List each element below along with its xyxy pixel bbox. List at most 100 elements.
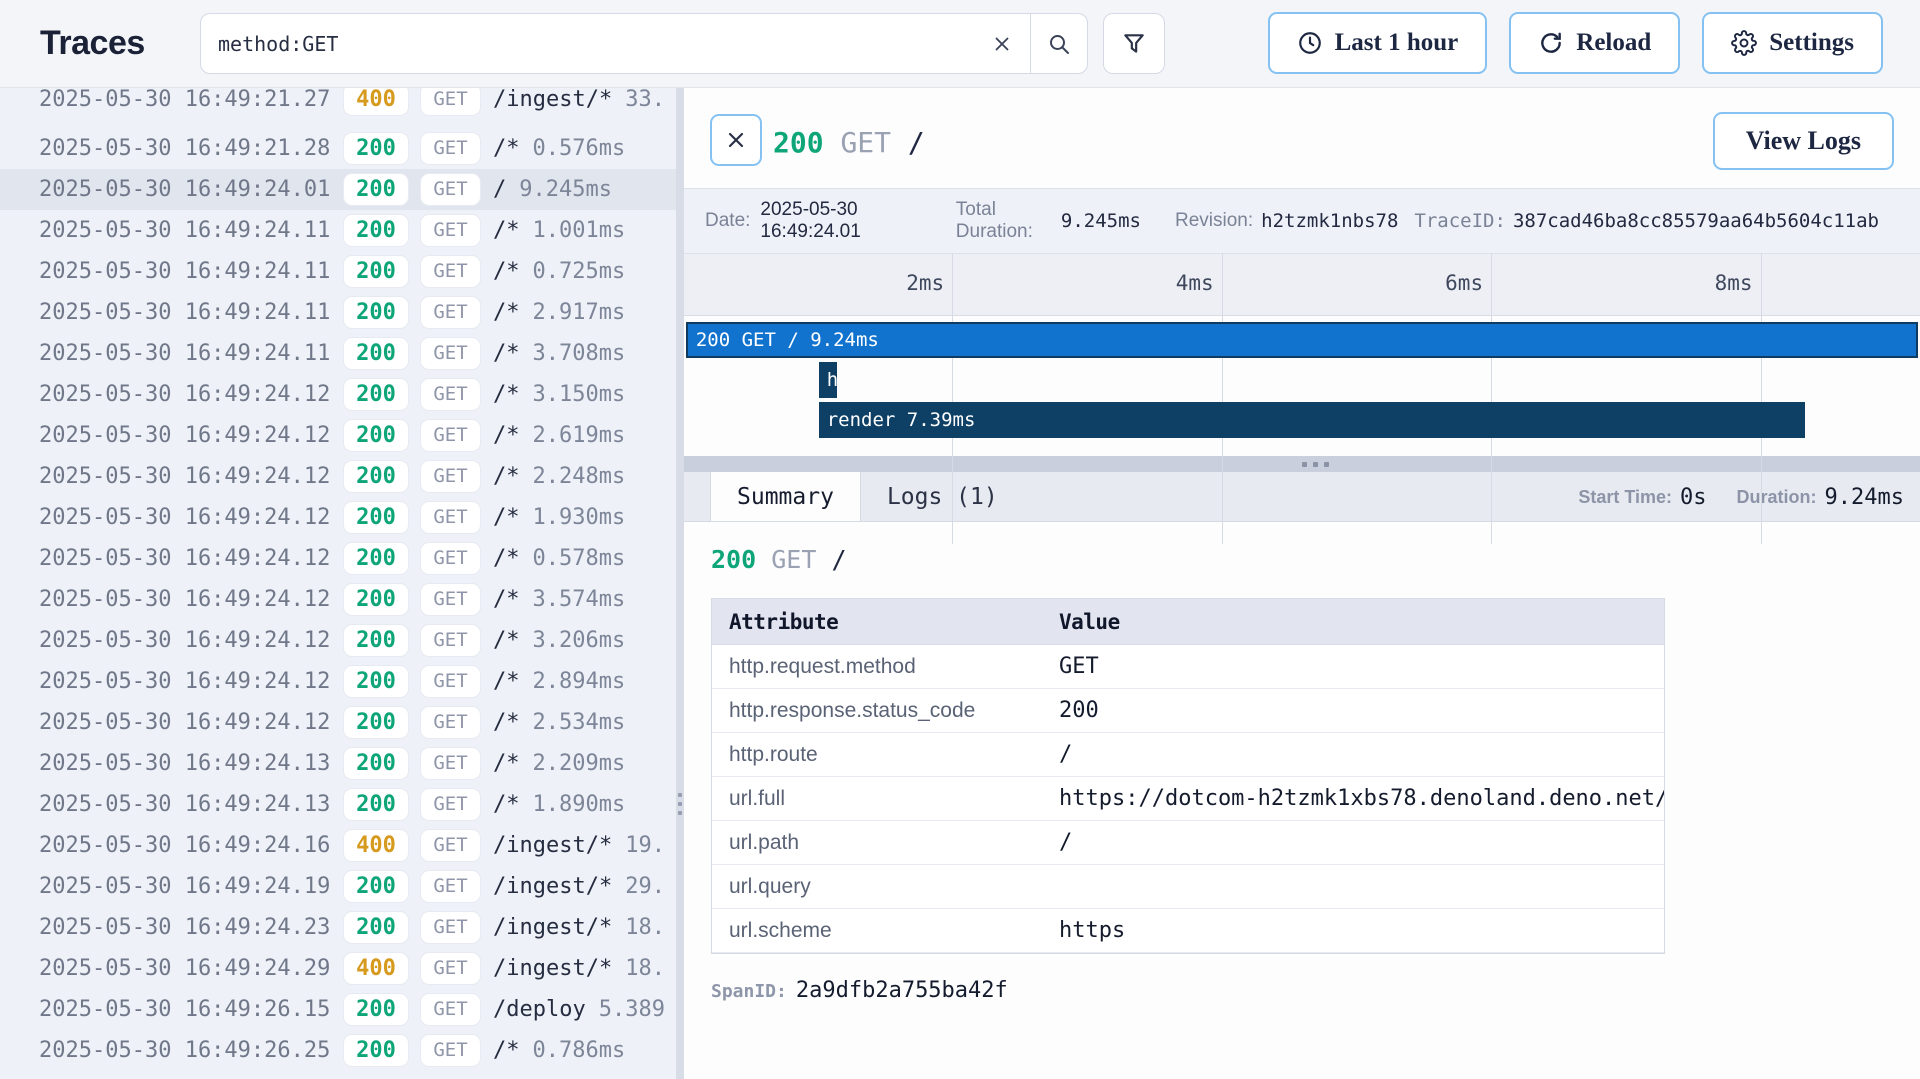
time-range-button[interactable]: Last 1 hour — [1268, 12, 1488, 74]
trace-row[interactable]: 2025-05-30 16:49:24.12 200 GET /* 3.206m… — [0, 620, 676, 661]
filter-button[interactable] — [1103, 13, 1165, 74]
trace-row[interactable]: 2025-05-30 16:49:24.11 200 GET /* 2.917m… — [0, 292, 676, 333]
trace-row[interactable]: 2025-05-30 16:49:24.23 200 GET /ingest/*… — [0, 907, 676, 948]
trace-row[interactable]: 2025-05-30 16:49:24.01 200 GET / 9.245ms — [0, 169, 676, 210]
trace-timestamp: 2025-05-30 16:49:24.12 — [39, 669, 334, 694]
span-bar[interactable]: render 7.39ms — [819, 402, 1805, 438]
attribute-name: http.route — [712, 743, 1042, 767]
trace-path: /* — [493, 628, 520, 653]
trace-duration: 2.248ms — [533, 464, 626, 489]
method-badge: GET — [421, 789, 480, 820]
trace-timestamp: 2025-05-30 16:49:24.12 — [39, 628, 334, 653]
trace-duration: 0.786ms — [533, 1038, 626, 1063]
method-badge: GET — [421, 379, 480, 410]
trace-timestamp: 2025-05-30 16:49:24.01 — [39, 177, 334, 202]
trace-duration: 2.619ms — [533, 423, 626, 448]
trace-timestamp: 2025-05-30 16:49:26.15 — [39, 997, 334, 1022]
attribute-value: https://dotcom-h2tzmk1xbs78.denoland.den… — [1042, 786, 1664, 811]
trace-timestamp: 2025-05-30 16:49:24.19 — [39, 874, 334, 899]
trace-row[interactable]: 2025-05-30 16:49:24.11 200 GET /* 0.725m… — [0, 251, 676, 292]
close-detail-button[interactable] — [710, 114, 762, 166]
method-badge: GET — [421, 502, 480, 533]
trace-row[interactable]: 2025-05-30 16:49:24.12 200 GET /* 3.574m… — [0, 579, 676, 620]
trace-row[interactable]: 2025-05-30 16:49:24.29 400 GET /ingest/*… — [0, 948, 676, 989]
trace-path: /* — [493, 259, 520, 284]
status-badge: 200 — [344, 707, 408, 738]
status-badge: 400 — [344, 88, 408, 115]
trace-timestamp: 2025-05-30 16:49:26.25 — [39, 1038, 334, 1063]
trace-row[interactable]: 2025-05-30 16:49:24.16 400 GET /ingest/*… — [0, 825, 676, 866]
detail-status: 200 — [773, 126, 824, 159]
date-label: Date: — [705, 210, 750, 232]
status-badge: 200 — [344, 174, 408, 205]
trace-meta-bar: Date: 2025-05-30 16:49:24.01 Total Durat… — [684, 188, 1920, 254]
attribute-value: / — [1042, 742, 1664, 767]
method-badge: GET — [421, 584, 480, 615]
trace-row[interactable]: 2025-05-30 16:49:24.12 200 GET /* 2.894m… — [0, 661, 676, 702]
trace-duration: 0.725ms — [533, 259, 626, 284]
trace-row[interactable]: 2025-05-30 16:49:24.13 200 GET /* 1.890m… — [0, 784, 676, 825]
trace-path: /ingest/* — [493, 874, 612, 899]
trace-timestamp: 2025-05-30 16:49:24.11 — [39, 341, 334, 366]
trace-row[interactable]: 2025-05-30 16:49:24.19 200 GET /ingest/*… — [0, 866, 676, 907]
span-bar[interactable]: 200 GET / 9.24ms — [686, 322, 1918, 358]
trace-id-label: TraceID: — [1414, 210, 1506, 232]
trace-row[interactable]: 2025-05-30 16:49:26.15 200 GET /deploy 5… — [0, 989, 676, 1030]
trace-duration: 18. — [625, 915, 665, 940]
trace-row[interactable]: 2025-05-30 16:49:24.12 200 GET /* 2.619m… — [0, 415, 676, 456]
attribute-value: / — [1042, 830, 1664, 855]
attribute-row: http.request.method GET — [712, 645, 1664, 689]
trace-row[interactable]: 2025-05-30 16:49:24.12 200 GET /* 0.578m… — [0, 538, 676, 579]
trace-row[interactable]: 2025-05-30 16:49:24.12 200 GET /* 3.150m… — [0, 374, 676, 415]
trace-row[interactable]: 2025-05-30 16:49:21.27 400 GET /ingest/*… — [0, 88, 676, 128]
view-logs-button[interactable]: View Logs — [1713, 112, 1894, 170]
trace-timestamp: 2025-05-30 16:49:21.28 — [39, 136, 334, 161]
trace-timestamp: 2025-05-30 16:49:24.12 — [39, 710, 334, 735]
trace-path: /* — [493, 136, 520, 161]
trace-row[interactable]: 2025-05-30 16:49:24.12 200 GET /* 2.534m… — [0, 702, 676, 743]
trace-path: /ingest/* — [493, 915, 612, 940]
trace-duration: 3.150ms — [533, 382, 626, 407]
trace-duration: 3.574ms — [533, 587, 626, 612]
search-input[interactable] — [201, 14, 974, 73]
attribute-name: url.full — [712, 787, 1042, 811]
status-badge: 200 — [344, 297, 408, 328]
total-duration-label: Total Duration: — [956, 199, 1033, 243]
trace-row[interactable]: 2025-05-30 16:49:24.11 200 GET /* 3.708m… — [0, 333, 676, 374]
trace-duration: 9.245ms — [519, 177, 612, 202]
trace-duration: 19. — [625, 833, 665, 858]
settings-button[interactable]: Settings — [1702, 12, 1883, 74]
trace-row[interactable]: 2025-05-30 16:49:24.11 200 GET /* 1.001m… — [0, 210, 676, 251]
reload-button[interactable]: Reload — [1509, 12, 1680, 74]
method-badge: GET — [421, 88, 480, 115]
span-bar[interactable]: h — [819, 362, 838, 398]
trace-duration: 1.001ms — [533, 218, 626, 243]
clear-search-button[interactable] — [974, 14, 1030, 73]
timeline-tick-label: 6ms — [1445, 271, 1483, 295]
status-badge: 200 — [344, 912, 408, 943]
status-badge: 200 — [344, 994, 408, 1025]
search-button[interactable] — [1031, 14, 1087, 73]
trace-row[interactable]: 2025-05-30 16:49:24.12 200 GET /* 1.930m… — [0, 497, 676, 538]
method-badge: GET — [421, 297, 480, 328]
trace-duration: 18. — [625, 956, 665, 981]
trace-row[interactable]: 2025-05-30 16:49:26.25 200 GET /* 0.786m… — [0, 1030, 676, 1071]
trace-path: /* — [493, 382, 520, 407]
span-id-label: SpanID: — [711, 981, 787, 1002]
method-badge: GET — [421, 461, 480, 492]
trace-row[interactable]: 2025-05-30 16:49:21.28 200 GET /* 0.576m… — [0, 128, 676, 169]
trace-duration: 2.534ms — [533, 710, 626, 735]
span-bar-label: render 7.39ms — [827, 409, 976, 431]
status-badge: 200 — [344, 871, 408, 902]
trace-path: /* — [493, 792, 520, 817]
trace-id-value: 387cad46ba8cc85579aa64b5604c11ab — [1513, 210, 1879, 232]
attribute-column-header: Attribute — [712, 610, 1042, 634]
panel-resize-handle[interactable] — [676, 88, 684, 1079]
search-box — [200, 13, 1088, 74]
trace-row[interactable]: 2025-05-30 16:49:24.12 200 GET /* 2.248m… — [0, 456, 676, 497]
trace-duration: 3.708ms — [533, 341, 626, 366]
trace-row[interactable]: 2025-05-30 16:49:24.13 200 GET /* 2.209m… — [0, 743, 676, 784]
trace-path: /ingest/* — [493, 88, 612, 112]
status-badge: 200 — [344, 256, 408, 287]
trace-row[interactable] — [0, 1071, 676, 1079]
